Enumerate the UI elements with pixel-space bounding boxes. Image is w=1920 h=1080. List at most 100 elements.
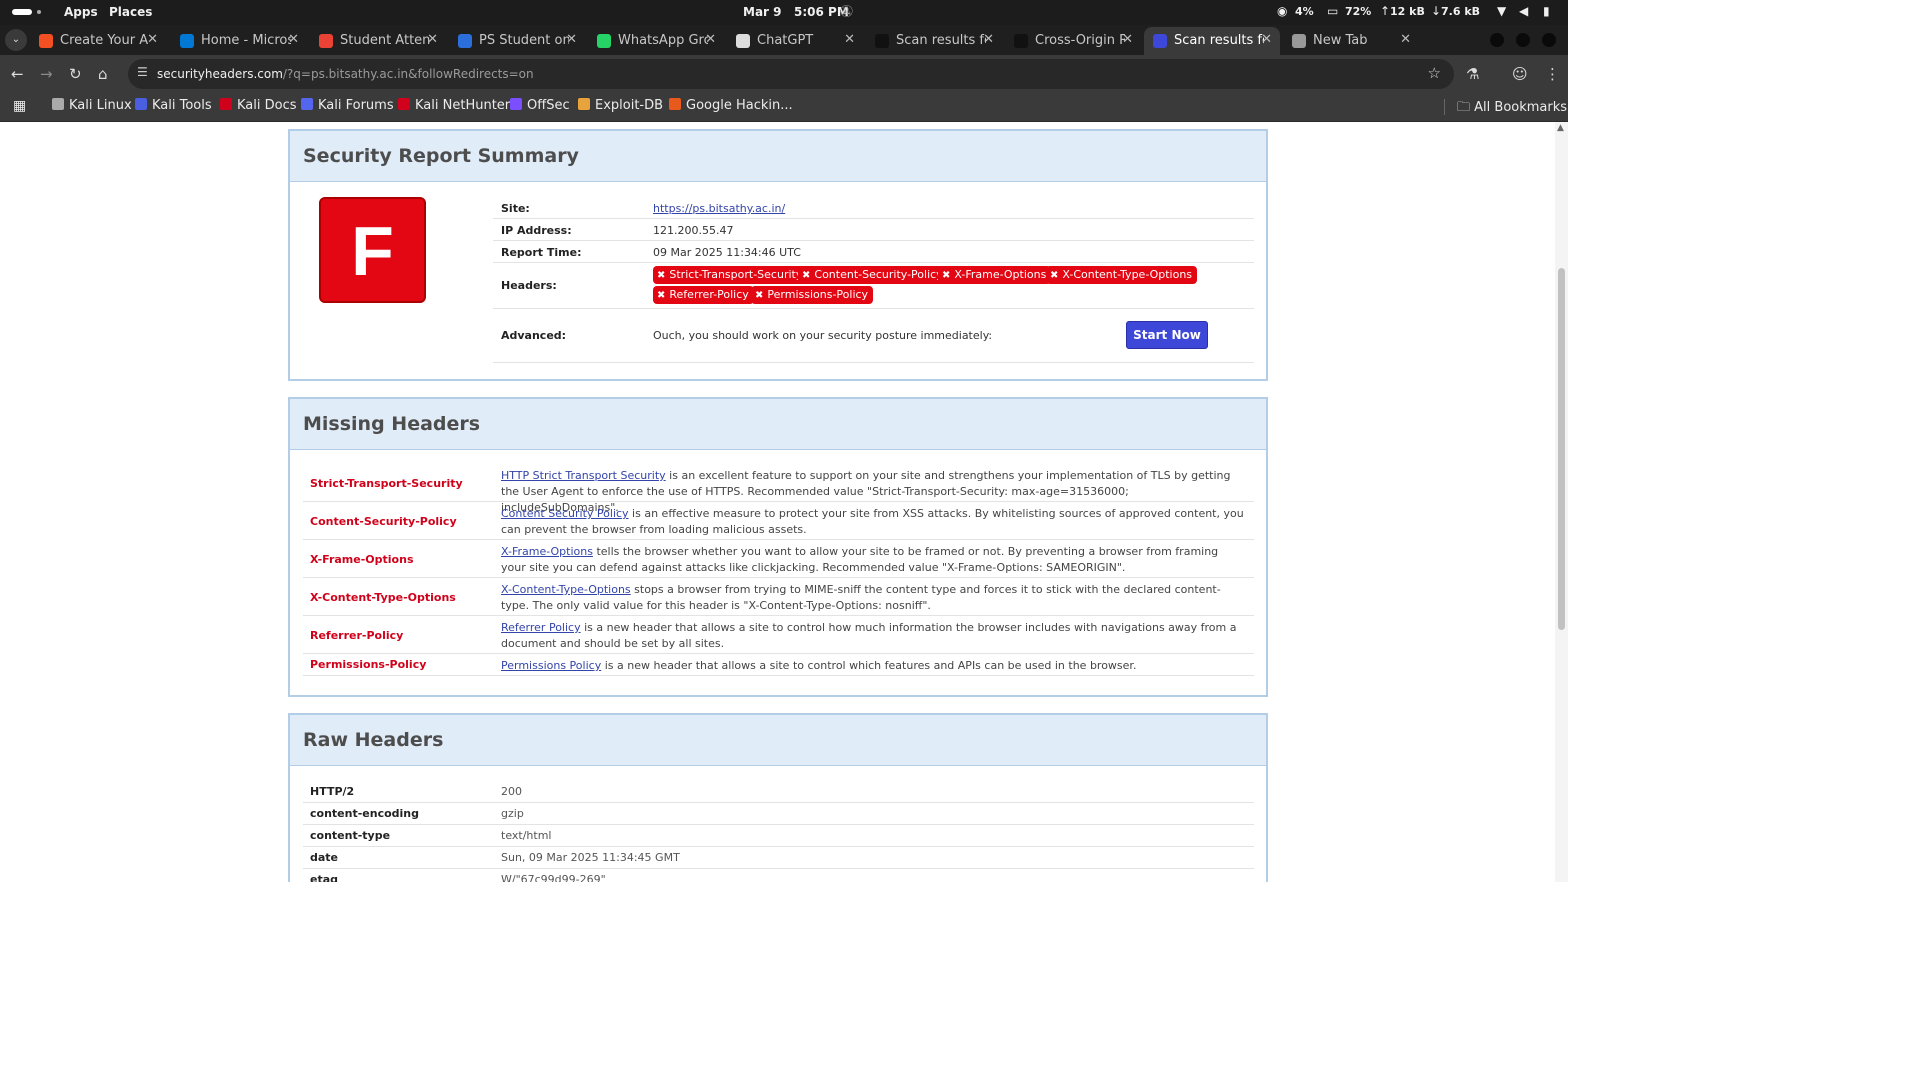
header-doc-link[interactable]: HTTP Strict Transport Security	[501, 469, 666, 482]
scroll-up-arrow-icon[interactable]: ▲	[1557, 123, 1564, 133]
back-arrow-icon[interactable]: ←	[11, 65, 24, 83]
raw-header-name: content-type	[310, 829, 391, 842]
bookmark-item[interactable]: Kali Forums	[301, 98, 394, 113]
tab-close-icon[interactable]: ✕	[983, 32, 994, 47]
azure-icon	[180, 34, 194, 48]
bookmark-item[interactable]: Kali NetHunter	[398, 98, 510, 113]
window-minimize-button[interactable]	[1490, 33, 1504, 47]
all-bookmarks-folder[interactable]: 🗀︎ All Bookmarks	[1457, 98, 1567, 120]
tab-label: Create Your A	[60, 33, 149, 48]
scrollbar-thumb[interactable]	[1558, 268, 1565, 630]
workspace-dot[interactable]	[37, 10, 41, 14]
bookmark-item[interactable]: OffSec	[510, 98, 570, 113]
tab[interactable]: New Tab ✕	[1283, 27, 1419, 55]
tab-active[interactable]: Scan results fo ✕	[1144, 27, 1280, 55]
site-info-icon[interactable]: ☰	[137, 65, 148, 79]
tab-close-icon[interactable]: ✕	[1261, 32, 1272, 47]
ip-label: IP Address:	[501, 224, 572, 237]
site-row: Site: https://ps.bitsathy.ac.in/	[493, 197, 1254, 219]
bookmark-item[interactable]: Exploit-DB	[578, 98, 663, 113]
tab-close-icon[interactable]: ✕	[147, 32, 158, 47]
bookmark-item[interactable]: Google Hackin...	[669, 98, 793, 113]
panel-header: Raw Headers	[290, 715, 1266, 766]
tab[interactable]: Cross-Origin R ✕	[1005, 27, 1141, 55]
reload-icon[interactable]: ↻	[69, 65, 82, 83]
tab-search-chevron-icon[interactable]: ⌄	[5, 29, 27, 51]
x-mark-icon: ✖	[1050, 270, 1059, 281]
apps-grid-icon[interactable]: ▦	[13, 98, 26, 114]
header-doc-link[interactable]: X-Frame-Options	[501, 545, 593, 558]
start-now-button[interactable]: Start Now	[1126, 321, 1208, 349]
site-link[interactable]: https://ps.bitsathy.ac.in/	[653, 202, 785, 215]
missing-header-badge: ✖ Strict-Transport-Security	[653, 266, 808, 284]
missing-header-name: Referrer-Policy	[310, 629, 404, 642]
tab[interactable]: WhatsApp Gro ✕	[588, 27, 724, 55]
volume-icon[interactable]: ◀	[1519, 4, 1528, 18]
home-icon[interactable]: ⌂	[98, 65, 108, 83]
profile-icon[interactable]: ☺	[1512, 65, 1528, 83]
report-time-row: Report Time: 09 Mar 2025 11:34:46 UTC	[493, 241, 1254, 263]
menu-kebab-icon[interactable]: ⋮	[1545, 65, 1560, 83]
advanced-label: Advanced:	[501, 329, 567, 342]
badge-label: Permissions-Policy	[767, 288, 869, 301]
places-menu[interactable]: Places	[109, 5, 152, 19]
tab[interactable]: ChatGPT ✕	[727, 27, 863, 55]
raw-header-row: date Sun, 09 Mar 2025 11:34:45 GMT	[303, 847, 1254, 869]
url-text[interactable]: securityheaders.com/?q=ps.bitsathy.ac.in…	[157, 67, 534, 81]
missing-header-badge: ✖ Referrer-Policy	[653, 286, 754, 304]
bookmark-item[interactable]: Kali Linux	[52, 98, 132, 113]
tab-label: Home - Micros	[201, 33, 291, 48]
tab-label: Scan results fo	[1174, 33, 1264, 48]
tab-close-icon[interactable]: ✕	[1400, 32, 1411, 47]
tab[interactable]: Student Attend ✕	[310, 27, 446, 55]
site-label: Site:	[501, 202, 530, 215]
notifications-muted-icon[interactable]: 🔕︎	[839, 4, 854, 18]
system-top-bar: Apps Places Mar 9 5:06 PM 🔕︎ ◉ 4% ▭ 72% …	[0, 0, 1568, 25]
header-doc-link[interactable]: X-Content-Type-Options	[501, 583, 631, 596]
forward-arrow-icon[interactable]: →	[40, 65, 53, 83]
tab-label: ChatGPT	[757, 33, 814, 48]
clock[interactable]: Mar 9 5:06 PM	[743, 5, 849, 19]
workspace-indicator[interactable]	[12, 9, 32, 15]
bookmark-item[interactable]: Kali Docs	[220, 98, 297, 113]
url-path: /?q=ps.bitsathy.ac.in&followRedirects=on	[282, 67, 534, 81]
microsoft-icon	[39, 34, 53, 48]
header-doc-link[interactable]: Referrer Policy	[501, 621, 581, 634]
tab[interactable]: PS Student on ✕	[449, 27, 585, 55]
tab-close-icon[interactable]: ✕	[427, 32, 438, 47]
header-doc-link[interactable]: Content Security Policy	[501, 507, 629, 520]
app-store-icon	[458, 34, 472, 48]
panel-title: Security Report Summary	[303, 145, 579, 167]
tab[interactable]: Scan results fo ✕	[866, 27, 1002, 55]
ip-row: IP Address: 121.200.55.47	[493, 219, 1254, 241]
tab-label: Scan results fo	[896, 33, 986, 48]
raw-header-value: 200	[501, 785, 522, 798]
tab[interactable]: Create Your A ✕	[30, 27, 166, 55]
missing-header-name: Content-Security-Policy	[310, 515, 457, 528]
labs-flask-icon[interactable]: ⚗	[1466, 65, 1479, 83]
apps-menu[interactable]: Apps	[64, 5, 98, 19]
tab-close-icon[interactable]: ✕	[566, 32, 577, 47]
tab-label: New Tab	[1313, 33, 1368, 48]
tab-close-icon[interactable]: ✕	[844, 32, 855, 47]
tab-close-icon[interactable]: ✕	[1122, 32, 1133, 47]
header-doc-link[interactable]: Permissions Policy	[501, 659, 601, 672]
tab-label: Student Attend	[340, 33, 430, 48]
window-maximize-button[interactable]	[1516, 33, 1530, 47]
bookmark-star-icon[interactable]: ☆	[1428, 64, 1441, 82]
address-bar[interactable]: ☰ securityheaders.com/?q=ps.bitsathy.ac.…	[128, 59, 1454, 89]
wifi-icon[interactable]: ▼	[1497, 4, 1506, 18]
page-scrollbar[interactable]: ▲	[1555, 122, 1568, 882]
battery-icon[interactable]: ▮	[1543, 4, 1550, 18]
missing-header-badge: ✖ Permissions-Policy	[751, 286, 874, 304]
tab[interactable]: Home - Micros ✕	[171, 27, 307, 55]
missing-header-description: X-Frame-Options tells the browser whethe…	[501, 544, 1246, 576]
window-close-button[interactable]	[1542, 33, 1556, 47]
bookmark-item[interactable]: Kali Tools	[135, 98, 212, 113]
tab-close-icon[interactable]: ✕	[705, 32, 716, 47]
upload-arrow-icon: ↑	[1380, 4, 1391, 18]
tab-close-icon[interactable]: ✕	[288, 32, 299, 47]
bookmark-favicon-icon	[578, 98, 590, 110]
raw-header-name: HTTP/2	[310, 785, 355, 798]
chatgpt-icon	[736, 34, 750, 48]
